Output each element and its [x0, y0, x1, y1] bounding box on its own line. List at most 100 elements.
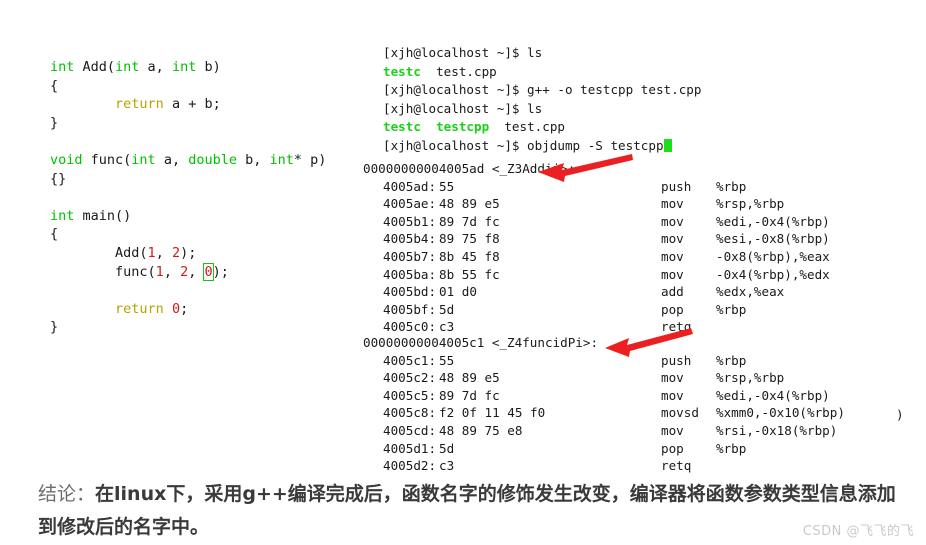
text-run	[50, 189, 58, 205]
text-run: return	[115, 96, 164, 113]
code-line-1: {	[50, 77, 326, 96]
text-run: [xjh@localhost ~]$ g++ -o testcpp test.c…	[383, 82, 702, 98]
terminal-output-pane[interactable]: [xjh@localhost ~]$ ls testc test.cpp [xjh@…	[383, 44, 701, 156]
instruction-address: 4005c8:	[383, 405, 437, 421]
instruction-bytes: 48 89 e5	[439, 370, 500, 386]
instruction-bytes: c3	[439, 458, 455, 474]
text-run: testc	[383, 119, 421, 135]
code-line-0: int Add(int a, int b)	[50, 58, 326, 77]
source-code-pane[interactable]: int Add(int a, int b){ return a + b;} vo…	[50, 58, 326, 337]
text-run	[421, 119, 436, 134]
instruction-address: 4005b7:	[383, 248, 437, 264]
text-run	[164, 301, 172, 317]
disassembly-row: 4005bd: 01 d0 add %edx,%eax	[363, 283, 830, 301]
instruction-bytes: 01 d0	[439, 284, 477, 300]
text-run: int	[171, 59, 197, 75]
instruction-address: 4005bd:	[383, 284, 437, 300]
text-run: b)	[196, 59, 221, 75]
text-run: 2	[180, 263, 189, 280]
instruction-bytes: 89 7d fc	[439, 387, 500, 403]
text-run: 2	[171, 244, 181, 261]
text-run: {	[50, 77, 59, 94]
disassembly-row: 4005ae: 48 89 e5 mov %rsp,%rbp	[363, 195, 830, 213]
code-line-5: void func(int a, double b, int* p)	[50, 151, 326, 170]
instruction-bytes: 48 89 75 e8	[439, 422, 523, 438]
instruction-mnemonic: mov	[661, 370, 684, 386]
instruction-mnemonic: mov	[661, 213, 684, 229]
instruction-bytes: 5d	[439, 440, 455, 456]
text-run: ,	[163, 263, 181, 280]
text-run: b,	[236, 151, 270, 168]
code-line-14: }	[50, 318, 326, 337]
text-run: a + b;	[163, 96, 221, 113]
instruction-operands: -0x4(%rbp),%edx	[716, 266, 830, 282]
disassembly-row: 4005d2: c3 retq	[363, 457, 845, 475]
instruction-operands: %rsp,%rbp	[716, 370, 785, 386]
text-run: int	[131, 151, 156, 168]
stray-paren-artifact: )	[896, 407, 904, 423]
text-run: func(	[82, 151, 132, 168]
instruction-mnemonic: mov	[661, 422, 684, 438]
text-run: 0	[171, 300, 181, 317]
text-run: testcpp	[436, 119, 490, 135]
text-run: double	[188, 151, 237, 168]
text-run: test.cpp	[489, 119, 565, 135]
instruction-address: 4005ae:	[383, 196, 437, 212]
disassembly-row: 4005b7: 8b 45 f8 mov -0x8(%rbp),%eax	[363, 248, 830, 266]
code-line-3: }	[50, 114, 326, 133]
code-line-6: {}	[50, 170, 326, 189]
instruction-bytes: 89 7d fc	[439, 213, 500, 229]
instruction-operands: %rsi,-0x18(%rbp)	[716, 422, 838, 438]
disassembly-row: 4005cd: 48 89 75 e8 mov %rsi,-0x18(%rbp)	[363, 422, 845, 440]
instruction-operands: %rsp,%rbp	[716, 196, 785, 212]
terminal-line-5: [xjh@localhost ~]$ objdump -S testcpp	[383, 137, 701, 156]
text-run: 1	[147, 244, 156, 261]
text-run: a,	[139, 59, 172, 75]
instruction-mnemonic: mov	[661, 196, 684, 212]
disassembly-row: 4005b1: 89 7d fc mov %edi,-0x4(%rbp)	[363, 213, 830, 231]
instruction-mnemonic: mov	[661, 248, 684, 264]
code-line-9: {	[50, 225, 326, 244]
disassembly-row: 4005c8: f2 0f 11 45 f0 movsd %xmm0,-0x10(%r…	[363, 404, 904, 422]
instruction-mnemonic: pop	[661, 440, 684, 456]
disassembly-row: 4005c1: 55 push %rbp	[363, 352, 845, 370]
text-run: testc	[383, 63, 421, 79]
terminal-line-4: testc testcpp test.cpp	[383, 118, 701, 137]
instruction-operands: %edx,%eax	[716, 284, 785, 300]
disassembly-row: 4005bf: 5d pop %rbp	[363, 301, 830, 319]
terminal-line-2: [xjh@localhost ~]$ g++ -o testcpp test.c…	[383, 81, 701, 100]
text-run: main()	[74, 207, 132, 224]
text-run: }	[50, 319, 59, 336]
code-line-11: func(1, 2, 0);	[50, 262, 326, 282]
text-run	[50, 301, 115, 317]
instruction-mnemonic: push	[661, 352, 692, 368]
instruction-mnemonic: pop	[661, 301, 684, 317]
instruction-mnemonic: retq	[661, 458, 692, 474]
disassembly-header: 00000000004005c1 <_Z4funcidPi>:	[363, 335, 599, 350]
text-run: [xjh@localhost ~]$ objdump -S testcpp	[383, 137, 664, 153]
instruction-bytes: 8b 45 f8	[439, 248, 500, 264]
conclusion-body: 在linux下，采用g++编译完成后，函数名字的修饰发生改变，编译器将函数参数类…	[38, 483, 896, 538]
code-line-4	[50, 132, 326, 151]
instruction-bytes: 5d	[439, 301, 455, 317]
instruction-mnemonic: movsd	[661, 405, 699, 421]
text-run: return	[115, 300, 164, 317]
instruction-operands: %rbp	[716, 178, 747, 194]
instruction-address: 4005c5:	[383, 387, 437, 403]
disassembly-row: 4005c5: 89 7d fc mov %edi,-0x4(%rbp)	[363, 387, 845, 405]
text-run: ,	[188, 263, 205, 280]
instruction-bytes: f2 0f 11 45 f0	[439, 405, 546, 421]
text-run: int	[115, 59, 140, 75]
instruction-operands: %rbp	[716, 440, 747, 456]
instruction-operands: %rbp	[716, 301, 747, 317]
instruction-operands: %xmm0,-0x10(%rbp)	[716, 405, 845, 421]
text-run: int	[50, 59, 75, 75]
instruction-bytes: 48 89 e5	[439, 196, 500, 212]
instruction-mnemonic: add	[661, 284, 684, 300]
instruction-operands: %rbp	[716, 352, 747, 368]
text-run: Add(	[74, 59, 116, 75]
text-run: func(	[50, 263, 156, 280]
disassembly-row: 4005ba: 8b 55 fc mov -0x4(%rbp),%edx	[363, 266, 830, 284]
code-line-7	[50, 188, 326, 207]
instruction-address: 4005bf:	[383, 301, 437, 317]
